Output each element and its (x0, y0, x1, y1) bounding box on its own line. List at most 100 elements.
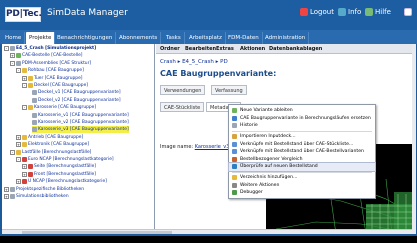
tab-fdm-daten[interactable]: FDM-Daten (225, 32, 263, 44)
collapse-icon[interactable]: - (22, 105, 27, 111)
window-icon[interactable] (404, 8, 412, 16)
menu-item[interactable]: CAE Baugruppenvariante in Berechnungsläu… (229, 115, 375, 123)
menu-item[interactable]: Historie (229, 122, 375, 130)
horizontal-scrollbar[interactable] (2, 229, 412, 234)
breadcrumb[interactable]: Crash ▸ E4_5_Crash ▸ PD (160, 59, 228, 65)
tree-node[interactable]: Karosserie_v2 [CAE Baugruppenvariante] (32, 119, 129, 126)
help-label: Hilfe (375, 8, 391, 16)
tree-node-label: Simulationsbibliotheken (16, 194, 69, 199)
tree-node[interactable]: + Projektspezifische Bibliotheken (4, 186, 84, 193)
tab-projekte[interactable]: Projekte (26, 32, 56, 44)
menu-item[interactable]: Verknüpfe mit Bestellstand über CAE-Stüc… (229, 140, 375, 148)
menu-item-label: Bestellbezogener Vergleich (240, 156, 303, 162)
tree-node[interactable]: Deckel_v1 [CAE Baugruppenvariante] (32, 89, 121, 96)
collapse-icon[interactable]: - (4, 46, 9, 51)
tree-node[interactable]: + Elektronik [CAE Baugruppe] (16, 141, 89, 148)
menu-extras[interactable]: Extras (216, 45, 234, 53)
help-link[interactable]: Hilfe (365, 8, 391, 16)
menu-item-label: Historie (240, 123, 258, 129)
logo: PD|Tec. (5, 7, 42, 22)
panel-tab-cae-st-ckliste[interactable]: CAE-Stückliste (160, 102, 205, 112)
menu-item[interactable]: Importieren Inputdeck... (229, 133, 375, 141)
expand-icon[interactable]: + (16, 134, 21, 140)
tree-node[interactable]: + Seite [Berechnungslastfälle] (22, 163, 96, 170)
menu-datenbankablagen[interactable]: Datenbankablagen (269, 45, 322, 53)
tree-node[interactable]: - PDM-Assemblies [CAE Struktur] (10, 60, 91, 67)
expand-icon[interactable]: + (4, 186, 9, 192)
expand-icon[interactable]: + (16, 179, 21, 185)
expand-icon[interactable]: + (16, 142, 21, 148)
image-name-value[interactable]: Karosserie_v3 (195, 144, 230, 150)
info-link[interactable]: Info (338, 8, 361, 16)
node-icon (10, 46, 15, 51)
collapse-icon[interactable]: - (16, 68, 21, 74)
content-area: - E4_5_Crash [Simulationsprojekt] + CAE-Bes… (2, 44, 413, 234)
tree-node-label: Deckel_v2 [CAE Baugruppenvariante] (38, 97, 121, 103)
tree-node[interactable]: - Deckel [CAE Baugruppe] (22, 82, 88, 89)
expand-icon[interactable]: + (22, 75, 27, 81)
menu-item[interactable]: Weitere Aktionen (229, 181, 375, 189)
collapse-icon[interactable]: - (16, 157, 21, 162)
tree-node[interactable]: - Karosserie [CAE Baugruppe] (22, 104, 96, 111)
tree-node[interactable]: + Tuer [CAE Baugruppe] (22, 75, 83, 82)
node-icon (32, 97, 37, 103)
tab-administration[interactable]: Administration (262, 32, 310, 44)
tree-node[interactable]: - Euro NCAP [Berechnungslastkategorie] (16, 156, 114, 163)
folder-add-icon (232, 175, 237, 181)
tree-node[interactable]: + U NCAP [Berechnungslastkategorie] (16, 178, 107, 185)
collapse-icon[interactable]: - (10, 60, 15, 66)
collapse-icon[interactable]: - (10, 149, 15, 155)
help-icon (365, 8, 373, 16)
menu-item[interactable]: Debugger (229, 189, 375, 197)
menu-item-label: CAE Baugruppenvariante in Berechnungsläu… (240, 115, 371, 121)
tree-node[interactable]: + Simulationsbibliotheken (4, 193, 69, 200)
node-icon (32, 112, 37, 118)
new-variant-icon (232, 108, 237, 114)
panel-tab-verwendungen[interactable]: Verwendungen (160, 85, 206, 95)
tree-node[interactable]: + Front [Berechnungslastfälle] (22, 171, 96, 178)
tree-node[interactable]: + CAE-Bestelle [CAE-Bestelle] (10, 52, 83, 59)
expand-icon[interactable]: + (22, 171, 27, 177)
node-icon (22, 179, 27, 185)
import-icon (232, 134, 237, 140)
menu-item[interactable]: Bestellbezogener Vergleich (229, 156, 375, 164)
tree-node[interactable]: Karosserie_v1 [CAE Baugruppenvariante] (32, 112, 129, 119)
tab-arbeitsplatz[interactable]: Arbeitsplatz (186, 32, 226, 44)
tree-node-label: Karosserie_v3 [CAE Baugruppenvariante] (38, 127, 129, 133)
tree-node[interactable]: Karosserie_v3 [CAE Baugruppenvariante] (32, 126, 129, 134)
logout-link[interactable]: Logout (300, 8, 334, 16)
menu-item[interactable]: Überprüfe auf neuen Bestellstand (228, 162, 376, 172)
tree-node[interactable]: Deckel_v2 [CAE Baugruppenvariante] (32, 97, 121, 104)
tab-benachrichtigungen[interactable]: Benachrichtigungen (54, 32, 117, 44)
tree-node-label: Rohbau [CAE Baugruppe] (28, 68, 84, 74)
tree-node[interactable]: - E4_5_Crash [Simulationsprojekt] (4, 45, 96, 52)
window-mode-icon (404, 8, 412, 16)
panel-tab-verfassung[interactable]: Verfassung (211, 85, 247, 95)
menu-item-label: Überprüfe auf neuen Bestellstand (240, 164, 318, 170)
tab-home[interactable]: Home (2, 32, 26, 44)
expand-icon[interactable]: + (4, 194, 9, 199)
app-header: PD|Tec. SimData Manager Logout Info Hilf… (0, 0, 417, 30)
tab-abonnements[interactable]: Abonnements (116, 32, 162, 44)
menu-item-label: Verknüpfe mit Bestellstand über CAE-Stüc… (240, 141, 354, 147)
horizontal-scroll-thumb[interactable] (22, 231, 172, 234)
tree-node[interactable]: - Lastfälle [Berechnungslastfälle] (10, 149, 91, 156)
check-icon (232, 164, 237, 170)
menu-item[interactable]: Neue Variante ableiten (229, 107, 375, 115)
menu-aktionen[interactable]: Aktionen (240, 45, 265, 53)
menu-item[interactable]: Verknüpfe mit Bestellstand über CAE-Best… (229, 148, 375, 156)
vertical-scrollbar[interactable] (412, 44, 416, 234)
expand-icon[interactable]: + (22, 164, 27, 170)
collapse-icon[interactable]: - (22, 83, 27, 88)
menu-ordner[interactable]: Ordner (160, 45, 180, 53)
menu-item[interactable]: Verzeichnis hinzufügen... (229, 174, 375, 182)
tree-node[interactable]: + Antrieb [CAE Baugruppe] (16, 134, 83, 141)
menu-bearbeiten[interactable]: Bearbeiten (185, 45, 216, 53)
replace-icon (232, 115, 237, 121)
expand-icon[interactable]: + (10, 53, 15, 59)
tree-node-label: Seite [Berechnungslastfälle] (34, 164, 96, 170)
menu-item-label: Debugger (240, 190, 263, 196)
tab-tasks[interactable]: Tasks (163, 32, 185, 44)
tree-node[interactable]: - Rohbau [CAE Baugruppe] (16, 67, 84, 74)
folder-icon (22, 142, 27, 148)
